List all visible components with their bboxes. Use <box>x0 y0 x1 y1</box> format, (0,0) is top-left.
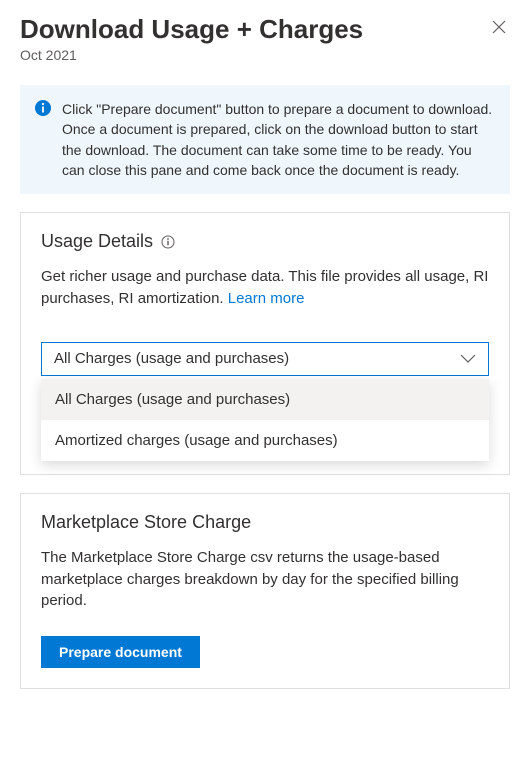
marketplace-title-row: Marketplace Store Charge <box>41 512 489 533</box>
help-icon[interactable] <box>161 235 175 249</box>
info-banner-text: Click "Prepare document" button to prepa… <box>62 99 494 180</box>
dropdown-option-amortized-charges[interactable]: Amortized charges (usage and purchases) <box>41 420 489 461</box>
usage-details-card: Usage Details Get richer usage and purch… <box>20 212 510 475</box>
prepare-document-button[interactable]: Prepare document <box>41 636 200 668</box>
page-title: Download Usage + Charges <box>20 14 488 45</box>
dropdown-selected-value: All Charges (usage and purchases) <box>54 350 289 367</box>
learn-more-link[interactable]: Learn more <box>228 290 305 307</box>
usage-details-description: Get richer usage and purchase data. This… <box>41 266 489 310</box>
usage-details-title: Usage Details <box>41 231 153 252</box>
header-text-block: Download Usage + Charges Oct 2021 <box>20 14 488 63</box>
close-button[interactable] <box>488 14 510 42</box>
marketplace-description: The Marketplace Store Charge csv returns… <box>41 547 489 612</box>
info-icon <box>34 99 52 180</box>
info-banner: Click "Prepare document" button to prepa… <box>20 85 510 194</box>
page-subtitle: Oct 2021 <box>20 47 488 63</box>
charge-type-dropdown-list: All Charges (usage and purchases) Amorti… <box>41 379 489 461</box>
pane-header: Download Usage + Charges Oct 2021 <box>0 0 530 67</box>
chevron-down-icon <box>460 354 476 364</box>
close-icon <box>492 17 506 39</box>
dropdown-option-all-charges[interactable]: All Charges (usage and purchases) <box>41 379 489 420</box>
marketplace-card: Marketplace Store Charge The Marketplace… <box>20 493 510 689</box>
marketplace-title: Marketplace Store Charge <box>41 512 251 533</box>
charge-type-dropdown[interactable]: All Charges (usage and purchases) <box>41 342 489 376</box>
usage-details-title-row: Usage Details <box>41 231 489 252</box>
